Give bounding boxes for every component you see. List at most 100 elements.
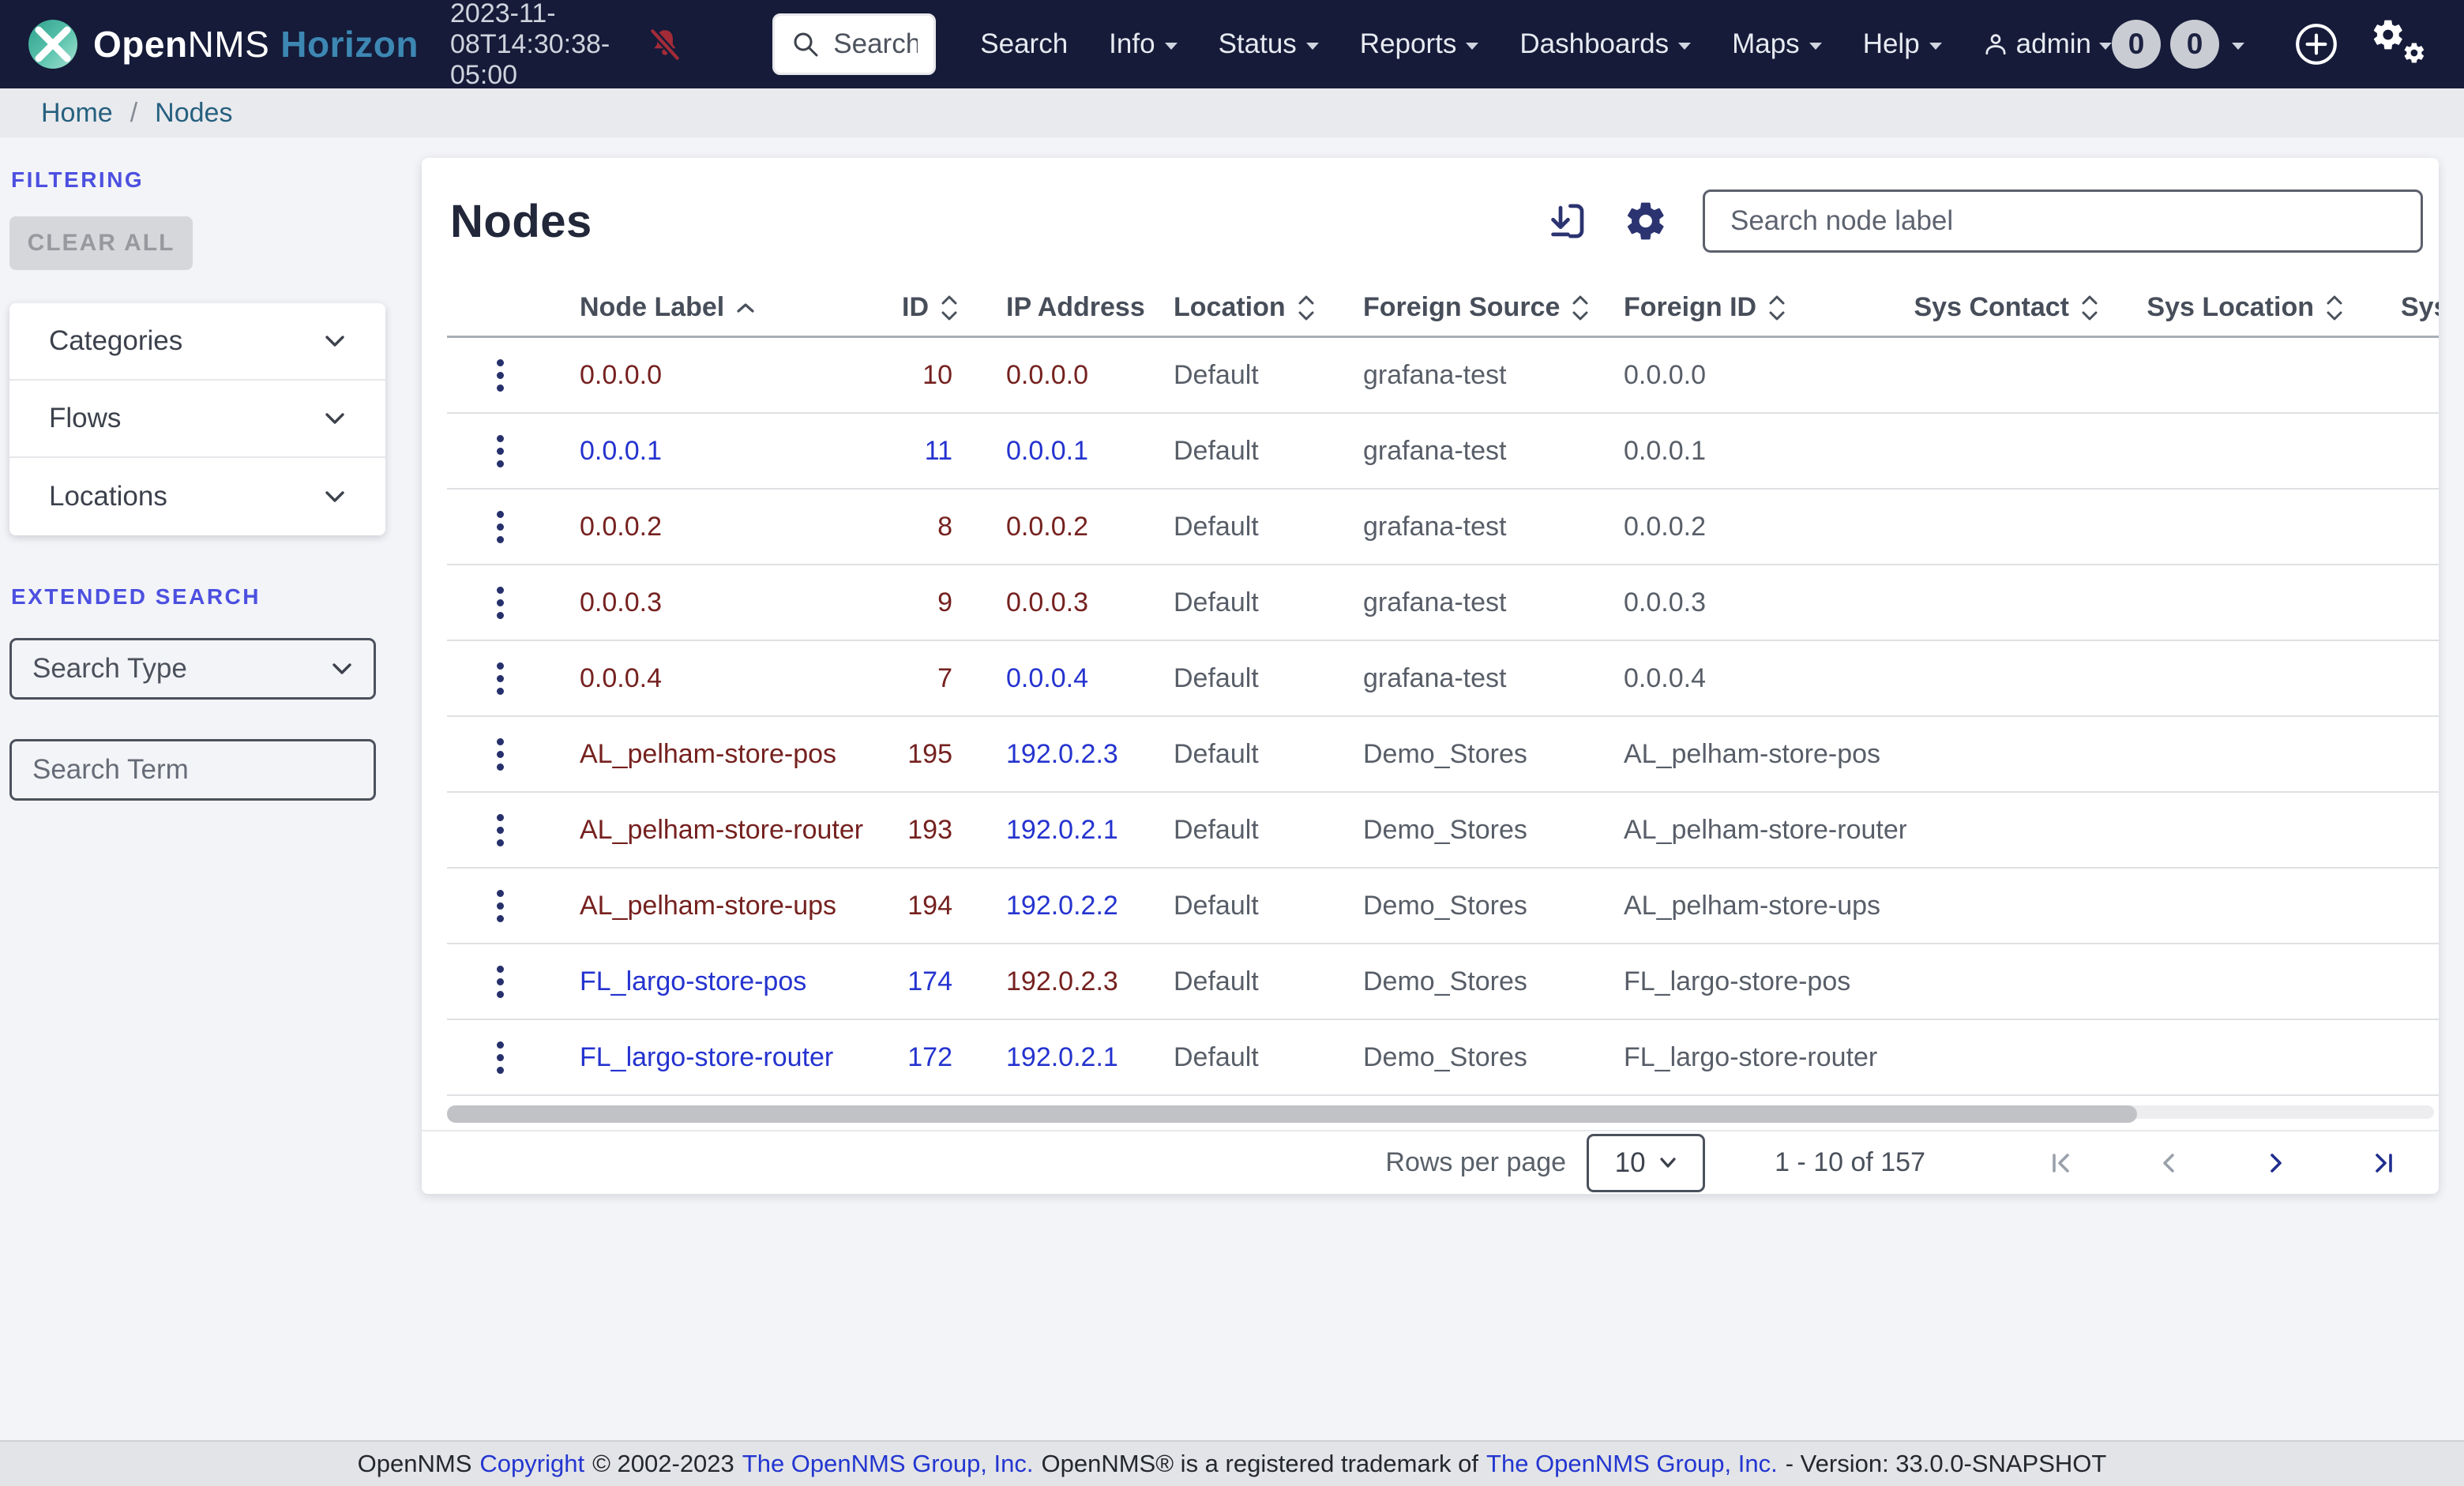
header-foreign-id[interactable]: Foreign ID — [1606, 292, 1906, 323]
node-ip-link[interactable]: 0.0.0.1 — [1006, 436, 1088, 466]
node-id-link[interactable]: 8 — [937, 512, 952, 542]
server-timestamp: 2023-11-08T14:30:38-05:00 — [450, 0, 610, 90]
header-location[interactable]: Location — [1156, 292, 1346, 323]
chevron-down-icon[interactable] — [2232, 42, 2244, 50]
menu-item-dashboards[interactable]: Dashboards — [1519, 28, 1692, 60]
global-search-input[interactable] — [833, 28, 918, 60]
node-label-link[interactable]: 0.0.0.1 — [580, 436, 662, 466]
brand[interactable]: OpenNMS Horizon — [27, 18, 419, 70]
node-label-link[interactable]: 0.0.0.2 — [580, 512, 662, 542]
row-actions-kebab-icon[interactable] — [489, 1034, 512, 1082]
row-actions-kebab-icon[interactable] — [489, 655, 512, 703]
node-id-link[interactable]: 10 — [922, 360, 952, 390]
breadcrumb-current[interactable]: Nodes — [155, 98, 232, 129]
menu-item-help[interactable]: Help — [1863, 28, 1942, 60]
copyright-link[interactable]: Copyright — [479, 1450, 584, 1478]
node-label-link[interactable]: FL_largo-store-pos — [580, 966, 806, 996]
horizontal-scrollbar-thumb[interactable] — [447, 1105, 2137, 1123]
quick-add-button[interactable] — [2293, 21, 2339, 67]
node-ip-link[interactable]: 192.0.2.2 — [1006, 891, 1118, 921]
table-row: 0.0.0.3 9 0.0.0.3 Default grafana-test 0… — [447, 565, 2439, 641]
row-actions-kebab-icon[interactable] — [489, 882, 512, 930]
node-ip-link[interactable]: 0.0.0.2 — [1006, 512, 1088, 542]
node-label-search-input[interactable] — [1730, 205, 2395, 237]
menu-item-reports[interactable]: Reports — [1360, 28, 1479, 60]
accordion-categories[interactable]: Categories — [9, 303, 385, 381]
row-actions-kebab-icon[interactable] — [489, 351, 512, 400]
node-id-link[interactable]: 9 — [937, 587, 952, 617]
header-id[interactable]: ID — [866, 292, 967, 323]
row-actions-kebab-icon[interactable] — [489, 958, 512, 1006]
node-id-link[interactable]: 174 — [907, 966, 952, 996]
row-actions-kebab-icon[interactable] — [489, 427, 512, 475]
chevron-down-icon — [1658, 1157, 1677, 1169]
node-label-link[interactable]: AL_pelham-store-ups — [580, 891, 836, 921]
previous-page-icon[interactable] — [2151, 1146, 2186, 1180]
outages-count-badge[interactable]: 0 — [2170, 20, 2219, 69]
clear-all-button[interactable]: CLEAR ALL — [9, 216, 193, 270]
breadcrumb-home-link[interactable]: Home — [41, 98, 113, 129]
row-actions-kebab-icon[interactable] — [489, 579, 512, 627]
sort-both-icon — [1571, 294, 1590, 322]
node-ip-link[interactable]: 0.0.0.4 — [1006, 663, 1088, 693]
export-download-icon[interactable] — [1546, 200, 1589, 242]
opennms-group-link[interactable]: The OpenNMS Group, Inc. — [742, 1450, 1034, 1478]
navbar-right: 0 0 — [2112, 11, 2437, 77]
node-id-link[interactable]: 11 — [925, 436, 952, 466]
node-id-link[interactable]: 194 — [907, 891, 952, 921]
node-label-link[interactable]: AL_pelham-store-router — [580, 815, 863, 845]
last-page-icon[interactable] — [2366, 1146, 2401, 1180]
chevron-down-icon — [1164, 42, 1178, 50]
node-ip-link[interactable]: 0.0.0.0 — [1006, 360, 1088, 390]
node-label-link[interactable]: 0.0.0.3 — [580, 587, 662, 617]
opennms-group-link[interactable]: The OpenNMS Group, Inc. — [1486, 1450, 1778, 1478]
node-ip-link[interactable]: 192.0.2.3 — [1006, 966, 1118, 996]
brand-title: OpenNMS Horizon — [93, 24, 419, 65]
row-actions-kebab-icon[interactable] — [489, 806, 512, 854]
node-location: Default — [1174, 359, 1259, 390]
node-label-link[interactable]: FL_largo-store-router — [580, 1042, 833, 1072]
user-menu[interactable]: admin — [1983, 28, 2112, 60]
menu-item-search[interactable]: Search — [980, 28, 1068, 60]
node-foreign-id: AL_pelham-store-router — [1624, 814, 1906, 845]
header-sys-description[interactable]: Sys D — [2380, 292, 2439, 323]
header-sys-location[interactable]: Sys Location — [2143, 292, 2380, 323]
node-ip-link[interactable]: 0.0.0.3 — [1006, 587, 1088, 617]
table-row: FL_largo-store-router 172 192.0.2.1 Defa… — [447, 1020, 2439, 1096]
table-row: AL_pelham-store-pos 195 192.0.2.3 Defaul… — [447, 717, 2439, 793]
notices-count-badge[interactable]: 0 — [2112, 20, 2161, 69]
next-page-icon[interactable] — [2259, 1146, 2293, 1180]
node-id-link[interactable]: 193 — [907, 815, 952, 845]
row-actions-kebab-icon[interactable] — [489, 730, 512, 779]
accordion-locations[interactable]: Locations — [9, 458, 385, 535]
node-label-link[interactable]: AL_pelham-store-pos — [580, 739, 836, 769]
node-label-link[interactable]: 0.0.0.4 — [580, 663, 662, 693]
menu-item-maps[interactable]: Maps — [1732, 28, 1822, 60]
node-id-link[interactable]: 172 — [907, 1042, 952, 1072]
node-ip-link[interactable]: 192.0.2.1 — [1006, 815, 1118, 845]
menu-item-status[interactable]: Status — [1219, 28, 1319, 60]
node-ip-link[interactable]: 192.0.2.1 — [1006, 1042, 1118, 1072]
sort-both-icon — [1767, 294, 1786, 322]
accordion-flows[interactable]: Flows — [9, 381, 385, 458]
header-sys-contact[interactable]: Sys Contact — [1906, 292, 2143, 323]
header-foreign-source[interactable]: Foreign Source — [1346, 292, 1606, 323]
menu-item-info[interactable]: Info — [1109, 28, 1178, 60]
node-id-link[interactable]: 195 — [907, 739, 952, 769]
first-page-icon[interactable] — [2044, 1146, 2079, 1180]
node-label-link[interactable]: 0.0.0.0 — [580, 360, 662, 390]
table-row: AL_pelham-store-router 193 192.0.2.1 Def… — [447, 793, 2439, 869]
search-term-input[interactable] — [32, 754, 353, 786]
notifications-off-icon[interactable] — [646, 25, 684, 63]
sort-asc-icon — [735, 301, 756, 315]
table-settings-gear-icon[interactable] — [1624, 199, 1668, 243]
rows-per-page-select[interactable]: 10 — [1587, 1133, 1706, 1192]
row-actions-kebab-icon[interactable] — [489, 503, 512, 551]
header-node-label[interactable]: Node Label — [553, 292, 866, 323]
node-ip-link[interactable]: 192.0.2.3 — [1006, 739, 1118, 769]
node-id-link[interactable]: 7 — [937, 663, 952, 693]
chevron-down-icon — [1466, 42, 1479, 50]
admin-gears-icon[interactable] — [2371, 11, 2437, 77]
sort-both-icon — [1297, 294, 1316, 322]
search-type-select[interactable]: Search Type — [9, 638, 376, 700]
